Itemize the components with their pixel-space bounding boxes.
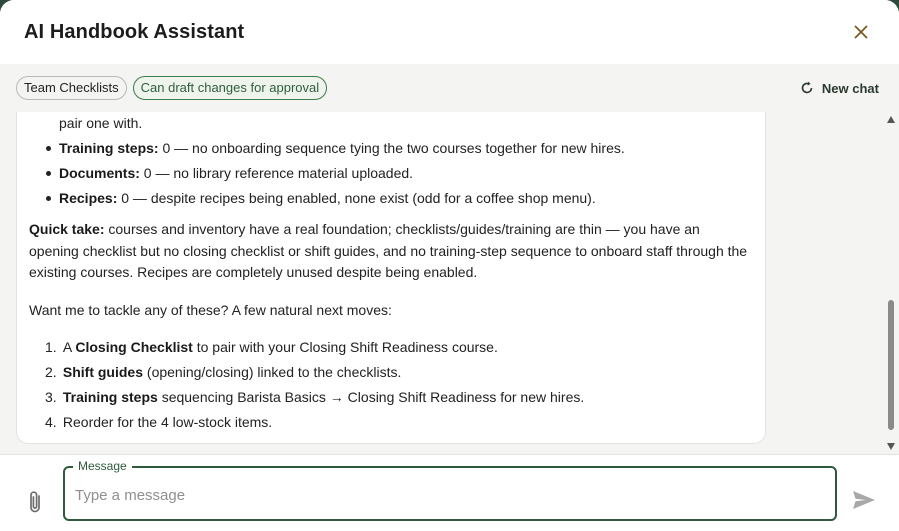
scrollbar-thumb[interactable]: [888, 300, 894, 430]
list-item: Training steps: 0 — no onboarding sequen…: [45, 138, 753, 159]
dialog-header: AI Handbook Assistant: [0, 0, 899, 64]
list-item-text: 0 — no onboarding sequence tying the two…: [158, 140, 625, 156]
list-item: 2. Shift guides (opening/closing) linked…: [45, 362, 753, 383]
list-item-label: Training steps: [62, 389, 158, 405]
list-item: 1. A Closing Checklist to pair with your…: [45, 337, 753, 358]
send-button[interactable]: [851, 489, 877, 511]
list-item-number: 1.: [45, 339, 57, 355]
chip-draft-permission[interactable]: Can draft changes for approval: [132, 76, 328, 100]
scroll-down-arrow-icon[interactable]: [887, 443, 895, 450]
transcript-scrollbar[interactable]: [886, 112, 896, 454]
refresh-icon: [801, 81, 813, 94]
quick-take-text: courses and inventory have a real founda…: [29, 221, 748, 280]
attach-button[interactable]: [26, 489, 46, 515]
close-icon: [854, 25, 868, 39]
next-moves-prompt: Want me to tackle any of these? A few na…: [29, 301, 392, 318]
list-item-text: sequencing Barista Basics → Closing Shif…: [157, 389, 585, 405]
dialog-title: AI Handbook Assistant: [24, 20, 245, 43]
send-icon: [853, 491, 875, 509]
list-item: 3. Training steps sequencing Barista Bas…: [45, 387, 753, 408]
list-item-label: Shift guides: [62, 364, 144, 380]
list-item-prefix: A: [62, 339, 76, 355]
list-item-number: 3.: [45, 389, 57, 405]
paperclip-icon: [30, 491, 40, 513]
scroll-up-arrow-icon[interactable]: [887, 116, 895, 123]
assistant-dialog: AI Handbook Assistant Team Checklists Ca…: [0, 0, 899, 531]
list-item-text: Reorder for the 4 low-stock items.: [62, 414, 273, 430]
context-toolbar: Team Checklists Can draft changes for ap…: [0, 64, 899, 112]
list-item-text: (opening/closing) linked to the checklis…: [143, 364, 402, 380]
quick-take-paragraph: Quick take: courses and inventory have a…: [29, 219, 753, 284]
list-item: Documents: 0 — no library reference mate…: [45, 163, 753, 184]
chip-team-checklists[interactable]: Team Checklists: [16, 76, 127, 100]
assistant-message: pair one with. Training steps: 0 — no on…: [16, 112, 766, 444]
new-chat-button[interactable]: New chat: [800, 78, 879, 98]
chat-transcript[interactable]: pair one with. Training steps: 0 — no on…: [0, 112, 899, 454]
list-item: 4. Reorder for the 4 low-stock items.: [45, 412, 753, 433]
list-item-number: 4.: [45, 414, 57, 430]
list-item-text: 0 — no library reference material upload…: [139, 165, 414, 181]
message-field[interactable]: Message: [63, 459, 837, 521]
message-field-label: Message: [73, 459, 132, 473]
new-chat-label: New chat: [821, 80, 879, 96]
next-moves-list: 1. A Closing Checklist to pair with your…: [45, 337, 753, 433]
message-composer: Message: [0, 454, 899, 531]
list-item-label: Training steps:: [59, 140, 159, 156]
list-item-label: Documents:: [59, 165, 140, 181]
list-item: Recipes: 0 — despite recipes being enabl…: [45, 188, 753, 209]
message-continuation: pair one with.: [59, 115, 143, 131]
list-item-label: Recipes:: [59, 190, 118, 206]
list-item-text: 0 — despite recipes being enabled, none …: [117, 190, 596, 206]
stats-list: Training steps: 0 — no onboarding sequen…: [45, 138, 753, 209]
message-input[interactable]: [75, 484, 815, 506]
list-item-number: 2.: [45, 364, 57, 380]
quick-take-label: Quick take:: [29, 221, 105, 237]
list-item-label: Closing Checklist: [75, 339, 193, 355]
list-item-text: to pair with your Closing Shift Readines…: [192, 339, 498, 355]
close-button[interactable]: [849, 20, 873, 44]
